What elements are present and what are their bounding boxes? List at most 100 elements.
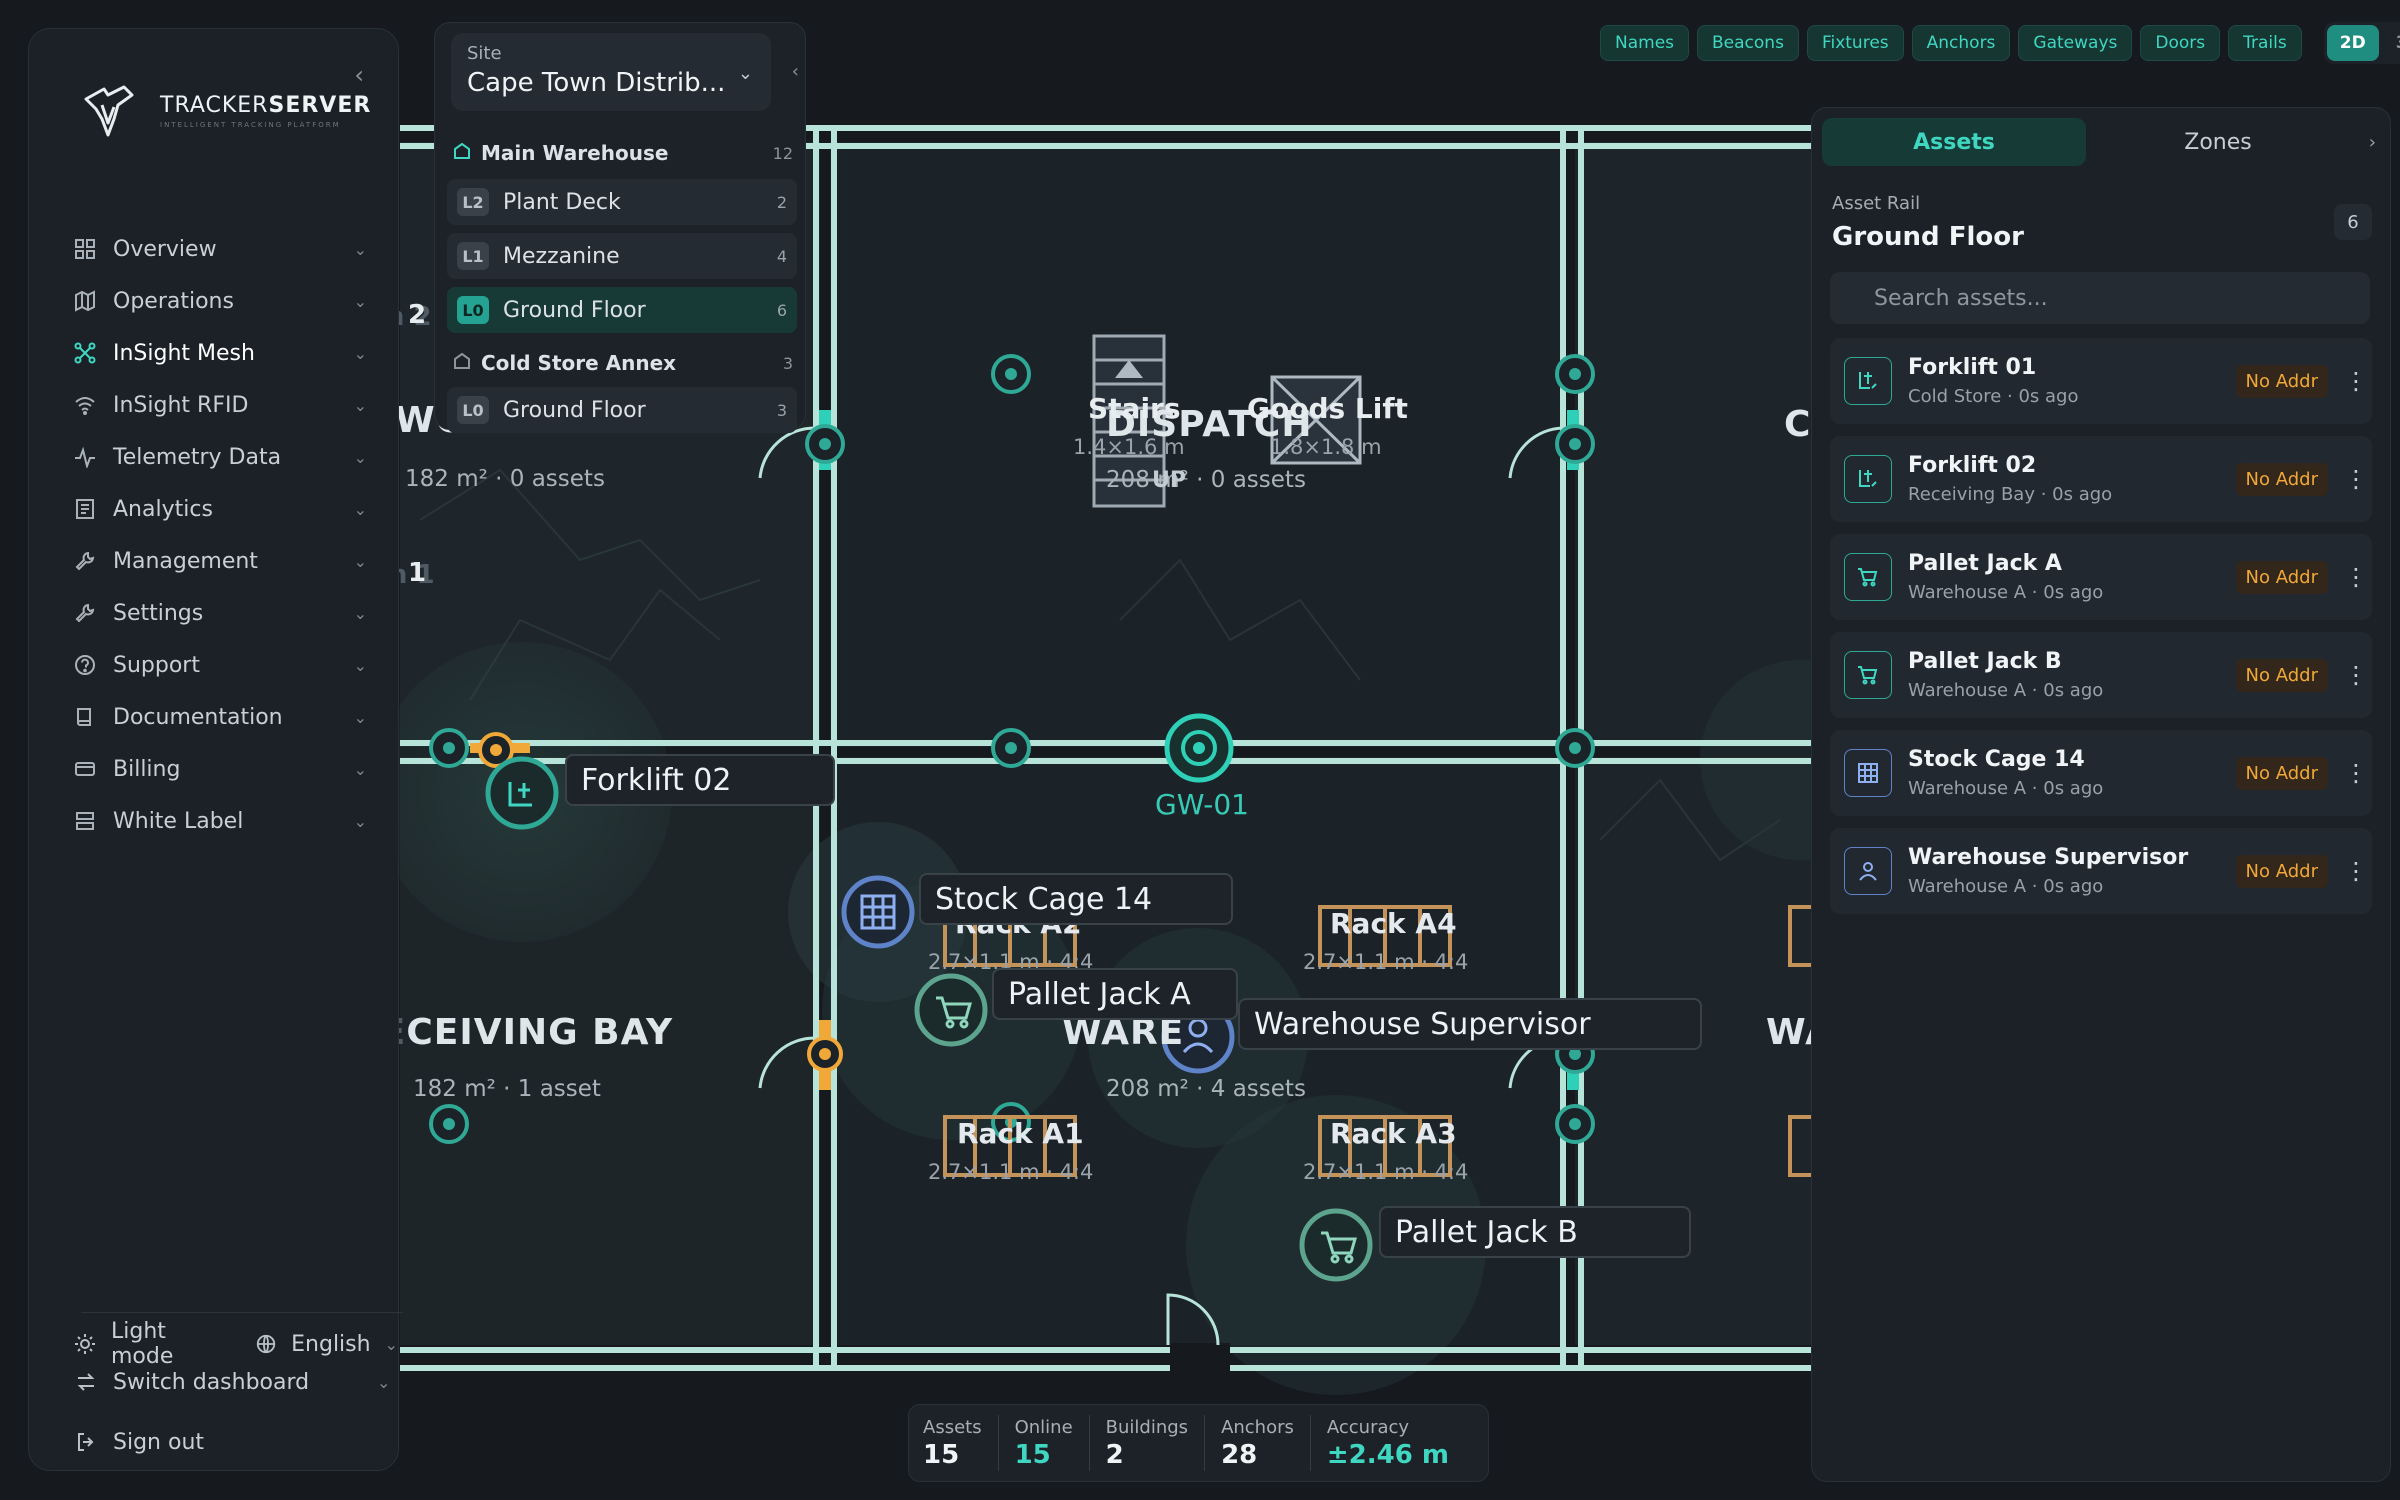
asset-row[interactable]: Forklift 01 Cold Store · 0s ago No Addr ⋮ — [1830, 338, 2372, 424]
site-select[interactable]: Site Cape Town Distrib... ⌄ — [451, 33, 771, 111]
site-panel: Site Cape Town Distrib... ⌄ ‹ Main Wareh… — [434, 22, 806, 433]
gateway-label: GW-01 — [1155, 788, 1249, 821]
site-panel-collapse-button[interactable]: ‹ — [792, 61, 799, 82]
asset-tag-supervisor[interactable]: Warehouse Supervisor — [1238, 998, 1702, 1050]
building-main-warehouse[interactable]: Main Warehouse 12 — [453, 141, 793, 165]
asset-location: Warehouse A · 0s ago — [1908, 582, 2104, 603]
stairs-label: Stairs — [1088, 392, 1181, 425]
rack-a4-label: Rack A4 — [1330, 907, 1457, 940]
zone-workshop-sub: 182 m² · 0 assets — [405, 466, 605, 492]
asset-name: Pallet Jack B — [1908, 649, 2062, 674]
layer-chip-names[interactable]: Names — [1600, 25, 1690, 61]
stat-label: Assets — [923, 1416, 982, 1438]
sidebar-item-overview[interactable]: Overview ⌄ — [61, 223, 391, 275]
sign-out-icon — [73, 1429, 99, 1455]
floor-item-annex-ground-floor[interactable]: L0 Ground Floor 3 — [447, 387, 797, 433]
asset-row[interactable]: Pallet Jack B Warehouse A · 0s ago No Addr… — [1830, 632, 2372, 718]
asset-tag-stock-cage[interactable]: Stock Cage 14 — [919, 873, 1233, 925]
view-mode-toggle: 2D 3D — [2323, 22, 2400, 64]
asset-row[interactable]: Warehouse Supervisor Warehouse A · 0s ago… — [1830, 828, 2372, 914]
sidebar-item-insight-rfid[interactable]: InSight RFID ⌄ — [61, 379, 391, 431]
sidebar-item-management[interactable]: Management ⌄ — [61, 535, 391, 587]
chevron-down-icon: ⌄ — [353, 499, 367, 519]
sidebar-item-billing[interactable]: Billing ⌄ — [61, 743, 391, 795]
floor-item-mezzanine[interactable]: L1 Mezzanine 4 — [447, 233, 797, 279]
zone-cold-store-title: C — [1784, 404, 1812, 445]
site-select-label: Site — [467, 43, 502, 64]
chevron-down-icon: ⌄ — [353, 811, 367, 831]
status-badge: No Addr — [2235, 560, 2328, 594]
more-options-icon[interactable]: ⋮ — [2344, 661, 2368, 689]
sidebar-item-telemetry-data[interactable]: Telemetry Data ⌄ — [61, 431, 391, 483]
more-options-icon[interactable]: ⋮ — [2344, 857, 2368, 885]
tab-assets[interactable]: Assets — [1822, 118, 2086, 166]
sidebar-item-documentation[interactable]: Documentation ⌄ — [61, 691, 391, 743]
card-icon — [73, 757, 97, 781]
stat-value: 15 — [923, 1439, 960, 1470]
rail-title: Ground Floor — [1832, 222, 2024, 252]
forklift-icon — [1844, 357, 1892, 405]
tab-zones[interactable]: Zones — [2086, 118, 2350, 166]
asset-tag-pallet-jack-b[interactable]: Pallet Jack B — [1379, 1206, 1691, 1258]
gateway-gw01 — [1164, 713, 1234, 783]
chevron-down-icon: ⌄ — [384, 1334, 398, 1354]
view-mode-3d[interactable]: 3D — [2383, 25, 2400, 61]
sidebar-item-label: Overview — [113, 236, 217, 262]
help-icon — [73, 653, 97, 677]
sidebar-item-support[interactable]: Support ⌄ — [61, 639, 391, 691]
stats-bar: Assets 15 Online 15 Buildings 2 Anchors 28 Accur… — [908, 1404, 1489, 1482]
stat-label: Anchors — [1221, 1416, 1294, 1438]
sidebar-item-operations[interactable]: Operations ⌄ — [61, 275, 391, 327]
chevron-right-icon[interactable]: › — [2369, 118, 2382, 166]
more-options-icon[interactable]: ⋮ — [2344, 367, 2368, 395]
chevron-down-icon: ⌄ — [353, 343, 367, 363]
asset-row[interactable]: Forklift 02 Receiving Bay · 0s ago No Addr… — [1830, 436, 2372, 522]
building-cold-store-annex[interactable]: Cold Store Annex 3 — [453, 351, 793, 375]
layer-chip-beacons[interactable]: Beacons — [1697, 25, 1799, 61]
stat-label: Buildings — [1105, 1416, 1189, 1438]
asset-tag-pallet-jack-a[interactable]: Pallet Jack A — [992, 968, 1238, 1020]
sidebar-item-label: Settings — [113, 600, 204, 626]
report-icon — [73, 497, 97, 521]
asset-row[interactable]: Pallet Jack A Warehouse A · 0s ago No Addr… — [1830, 534, 2372, 620]
asset-search-input[interactable] — [1830, 272, 2370, 324]
asset-row[interactable]: Stock Cage 14 Warehouse A · 0s ago No Addr… — [1830, 730, 2372, 816]
floor-item-plant-deck[interactable]: L2 Plant Deck 2 — [447, 179, 797, 225]
more-options-icon[interactable]: ⋮ — [2344, 563, 2368, 591]
more-options-icon[interactable]: ⋮ — [2344, 759, 2368, 787]
brand-name: TRACKERSERVER — [160, 93, 372, 118]
light-mode-toggle[interactable]: Light mode — [111, 1319, 213, 1369]
stat-buildings: Buildings 2 — [1088, 1415, 1204, 1471]
sign-out-button[interactable]: Sign out — [73, 1429, 204, 1455]
switch-dashboard-row[interactable]: Switch dashboard ⌄ — [73, 1369, 390, 1395]
layer-chip-anchors[interactable]: Anchors — [1911, 25, 2011, 61]
view-mode-2d[interactable]: 2D — [2326, 25, 2379, 61]
layers-icon — [73, 809, 97, 833]
sidebar-item-analytics[interactable]: Analytics ⌄ — [61, 483, 391, 535]
forklift-icon — [1844, 455, 1892, 503]
sidebar-item-label: Telemetry Data — [113, 444, 282, 470]
wifi-icon — [73, 393, 97, 417]
globe-icon — [255, 1331, 277, 1357]
asset-location: Warehouse A · 0s ago — [1908, 680, 2104, 701]
layer-chip-fixtures[interactable]: Fixtures — [1806, 25, 1904, 61]
asset-tag-forklift02[interactable]: Forklift 02 — [565, 754, 835, 806]
more-options-icon[interactable]: ⋮ — [2344, 465, 2368, 493]
sidebar-item-insight-mesh[interactable]: InSight Mesh ⌄ — [61, 327, 391, 379]
asset-rail: Assets Zones › Asset Rail Ground Floor 6… — [1811, 107, 2391, 1482]
zone-dispatch-sub: 208 m² · 0 assets — [1106, 467, 1306, 493]
sidebar-item-label: Documentation — [113, 704, 283, 730]
chevron-down-icon: ⌄ — [353, 395, 367, 415]
layer-chip-trails[interactable]: Trails — [2228, 25, 2302, 61]
book-icon — [73, 705, 97, 729]
switch-dashboard-label: Switch dashboard — [113, 1369, 310, 1395]
sidebar-item-white-label[interactable]: White Label ⌄ — [61, 795, 391, 847]
sidebar-item-settings[interactable]: Settings ⌄ — [61, 587, 391, 639]
stairs-dim: 1.4×1.6 m — [1073, 435, 1185, 459]
floor-item-ground-floor[interactable]: L0 Ground Floor 6 — [447, 287, 797, 333]
layer-chip-doors[interactable]: Doors — [2140, 25, 2221, 61]
layer-chip-gateways[interactable]: Gateways — [2018, 25, 2133, 61]
cold-store-room — [1575, 142, 1815, 747]
language-select[interactable]: English — [291, 1332, 370, 1357]
chevron-down-icon: ⌄ — [353, 707, 367, 727]
